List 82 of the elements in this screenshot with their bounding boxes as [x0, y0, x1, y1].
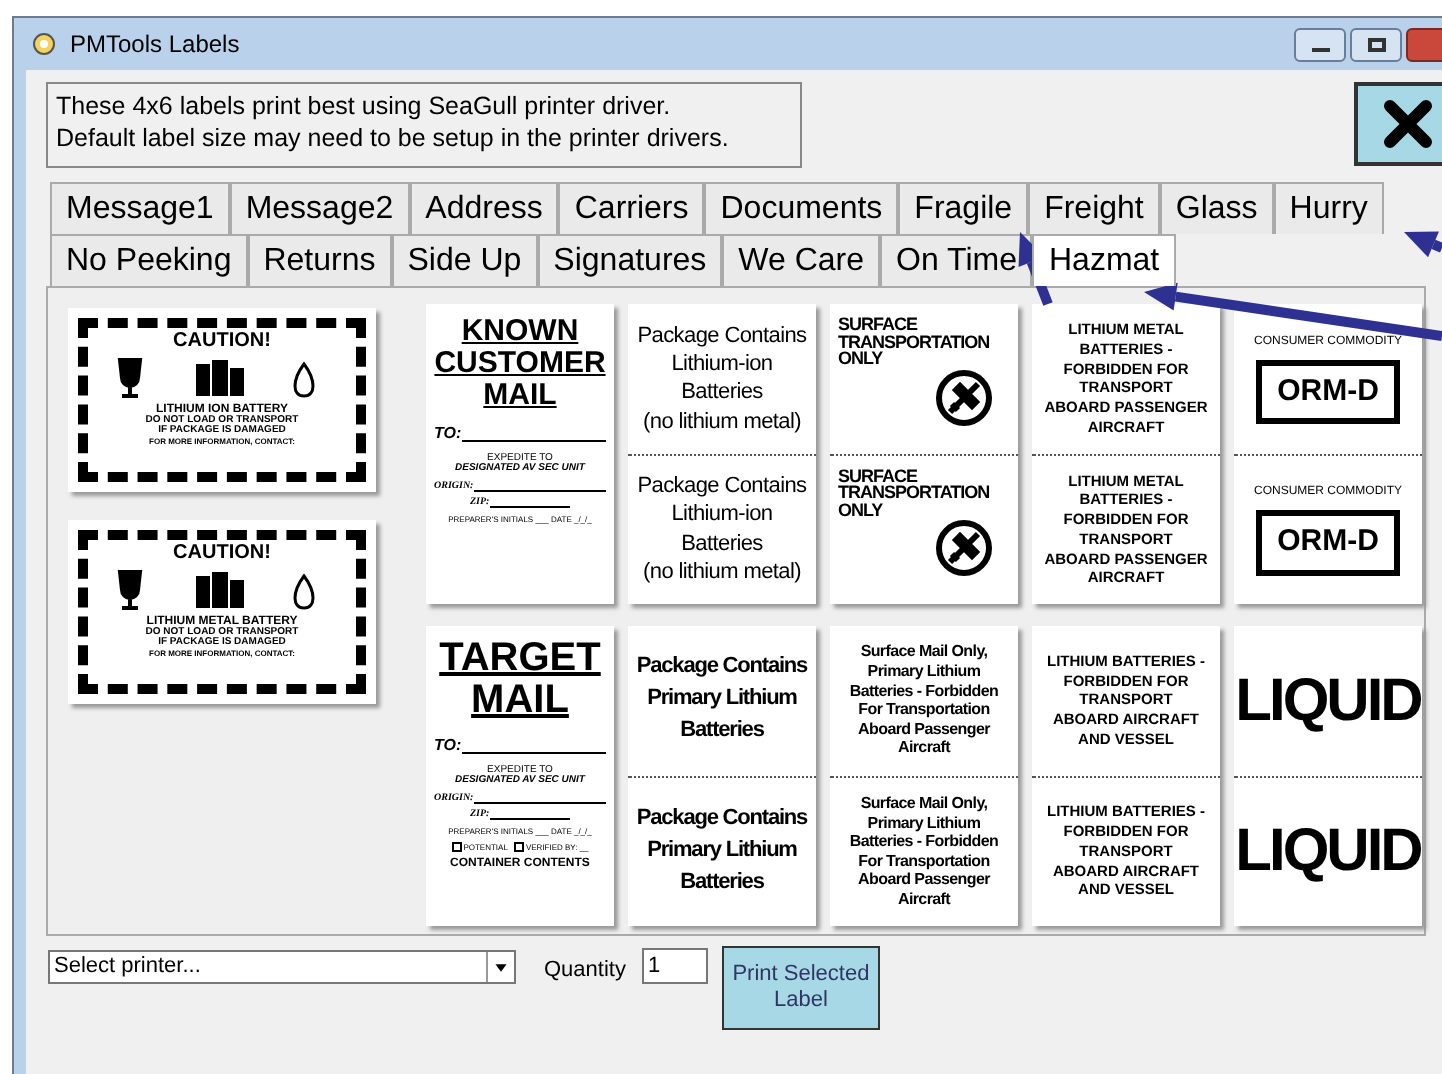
split-label[interactable]: LIQUID LIQUID [1234, 626, 1422, 926]
tab[interactable]: No Peeking [50, 234, 248, 286]
label-text: LIQUID [1235, 816, 1421, 889]
quantity-label: Quantity [544, 956, 626, 986]
tab[interactable]: Hazmat [1032, 234, 1176, 286]
orm-d-mark: ORM-D [1255, 359, 1401, 424]
arrow [1404, 231, 1442, 258]
app-icon [30, 30, 58, 58]
label-heading: CAUTION! [173, 332, 271, 352]
minimize-button[interactable] [1294, 27, 1346, 61]
label-title: TARGET [439, 638, 601, 680]
label-text: Surface Mail Only, [860, 642, 988, 663]
tab[interactable]: Signatures [537, 234, 723, 286]
split-label[interactable]: Package Contains Lithium-ion Batteries (no lithium metal) Package Contains Lithium-ion Batteries (no lithium metal) [628, 304, 816, 604]
label-text: (no lithium metal) [643, 407, 801, 436]
tab[interactable]: Side Up [391, 234, 538, 286]
tab[interactable]: Returns [247, 234, 392, 286]
label-text: ONLY [838, 501, 885, 519]
to-label: TO: [434, 426, 462, 443]
tab[interactable]: We Care [722, 234, 881, 286]
label-text: Package Contains [637, 321, 807, 350]
arrow [1018, 232, 1053, 306]
label-title: MAIL [483, 379, 557, 411]
label-text: Lithium-ion [671, 500, 773, 530]
label-text: Lithium-ion [671, 349, 773, 379]
printer-dropdown[interactable]: Select printer... [48, 950, 516, 984]
window-title: PMTools Labels [70, 28, 240, 62]
tab[interactable]: Message2 [229, 182, 410, 234]
label-text: Batteries [681, 529, 763, 559]
info-text: These 4x6 labels print best using SeaGull printer driver. [56, 90, 673, 122]
tab[interactable]: Freight [1028, 182, 1160, 234]
label-text: LIQUID [1235, 665, 1421, 738]
to-label: TO: [434, 738, 462, 754]
split-label[interactable] [830, 626, 1018, 926]
label-text: Aircraft [897, 889, 951, 910]
info-text: Default label size may need to be setup in the printer drivers. [56, 122, 731, 154]
split-label[interactable]: SURFACE TRANSPORTATION ONLY SURFACE TRANSPORTATION ONLY [830, 304, 1018, 604]
tab[interactable]: Documents [704, 182, 899, 234]
orm-d-mark: ORM-D [1255, 510, 1401, 575]
close-app-button[interactable] [1354, 82, 1442, 166]
label-text: Primary Lithium [647, 835, 797, 866]
no-plane-icon [934, 518, 994, 579]
label-text: TRANSPORTATION [838, 484, 992, 502]
label-text: Primary Lithium [867, 662, 981, 682]
label-title: MAIL [471, 680, 569, 722]
label-text: SURFACE [838, 316, 920, 334]
label-text: Primary Lithium [867, 813, 981, 833]
label-text: Surface Mail Only, [860, 793, 988, 814]
label-text: Package Contains [636, 803, 808, 834]
label-text: Package Contains [637, 472, 807, 501]
label-text: Batteries [680, 867, 764, 898]
label-text: Package Contains [636, 652, 808, 683]
label-heading: CAUTION! [173, 544, 271, 564]
tab[interactable]: Hurry [1273, 182, 1384, 234]
tab[interactable]: Message1 [50, 182, 230, 234]
print-button[interactable]: Print Selected Label [721, 946, 880, 1030]
tab[interactable]: Glass [1159, 182, 1274, 234]
label-text: Batteries [681, 378, 763, 408]
label-text: Batteries - Forbidden [849, 681, 999, 701]
no-plane-icon [934, 367, 994, 428]
label-text: Aboard Passenger [858, 719, 990, 739]
tab[interactable]: On Time [880, 234, 1033, 286]
label-text: SURFACE [838, 467, 920, 485]
maximize-button[interactable] [1350, 27, 1402, 61]
label-text: Aboard Passenger [858, 870, 990, 890]
label-title: CUSTOMER [434, 347, 606, 379]
label-text: Primary Lithium [647, 684, 797, 715]
label-text: Batteries - Forbidden [849, 832, 999, 852]
label-text: TRANSPORTATION [838, 333, 992, 351]
label-text: (no lithium metal) [643, 558, 801, 587]
split-label[interactable]: Package Contains Primary Lithium Batteries Package Contains Primary Lithium Batteries [628, 626, 816, 926]
label-text: Aircraft [897, 738, 951, 759]
quantity-field[interactable]: 1 [641, 948, 708, 984]
label-text: For Transportation [858, 851, 990, 871]
close-icon [1380, 96, 1436, 152]
label-title: KNOWN [461, 316, 579, 348]
label-text: For Transportation [858, 700, 990, 720]
label-text: ONLY [838, 350, 883, 368]
label-text: Batteries [680, 716, 764, 747]
tab[interactable]: Carriers [558, 182, 705, 234]
tab[interactable]: Address [409, 182, 559, 234]
tab[interactable]: Fragile [898, 182, 1029, 234]
